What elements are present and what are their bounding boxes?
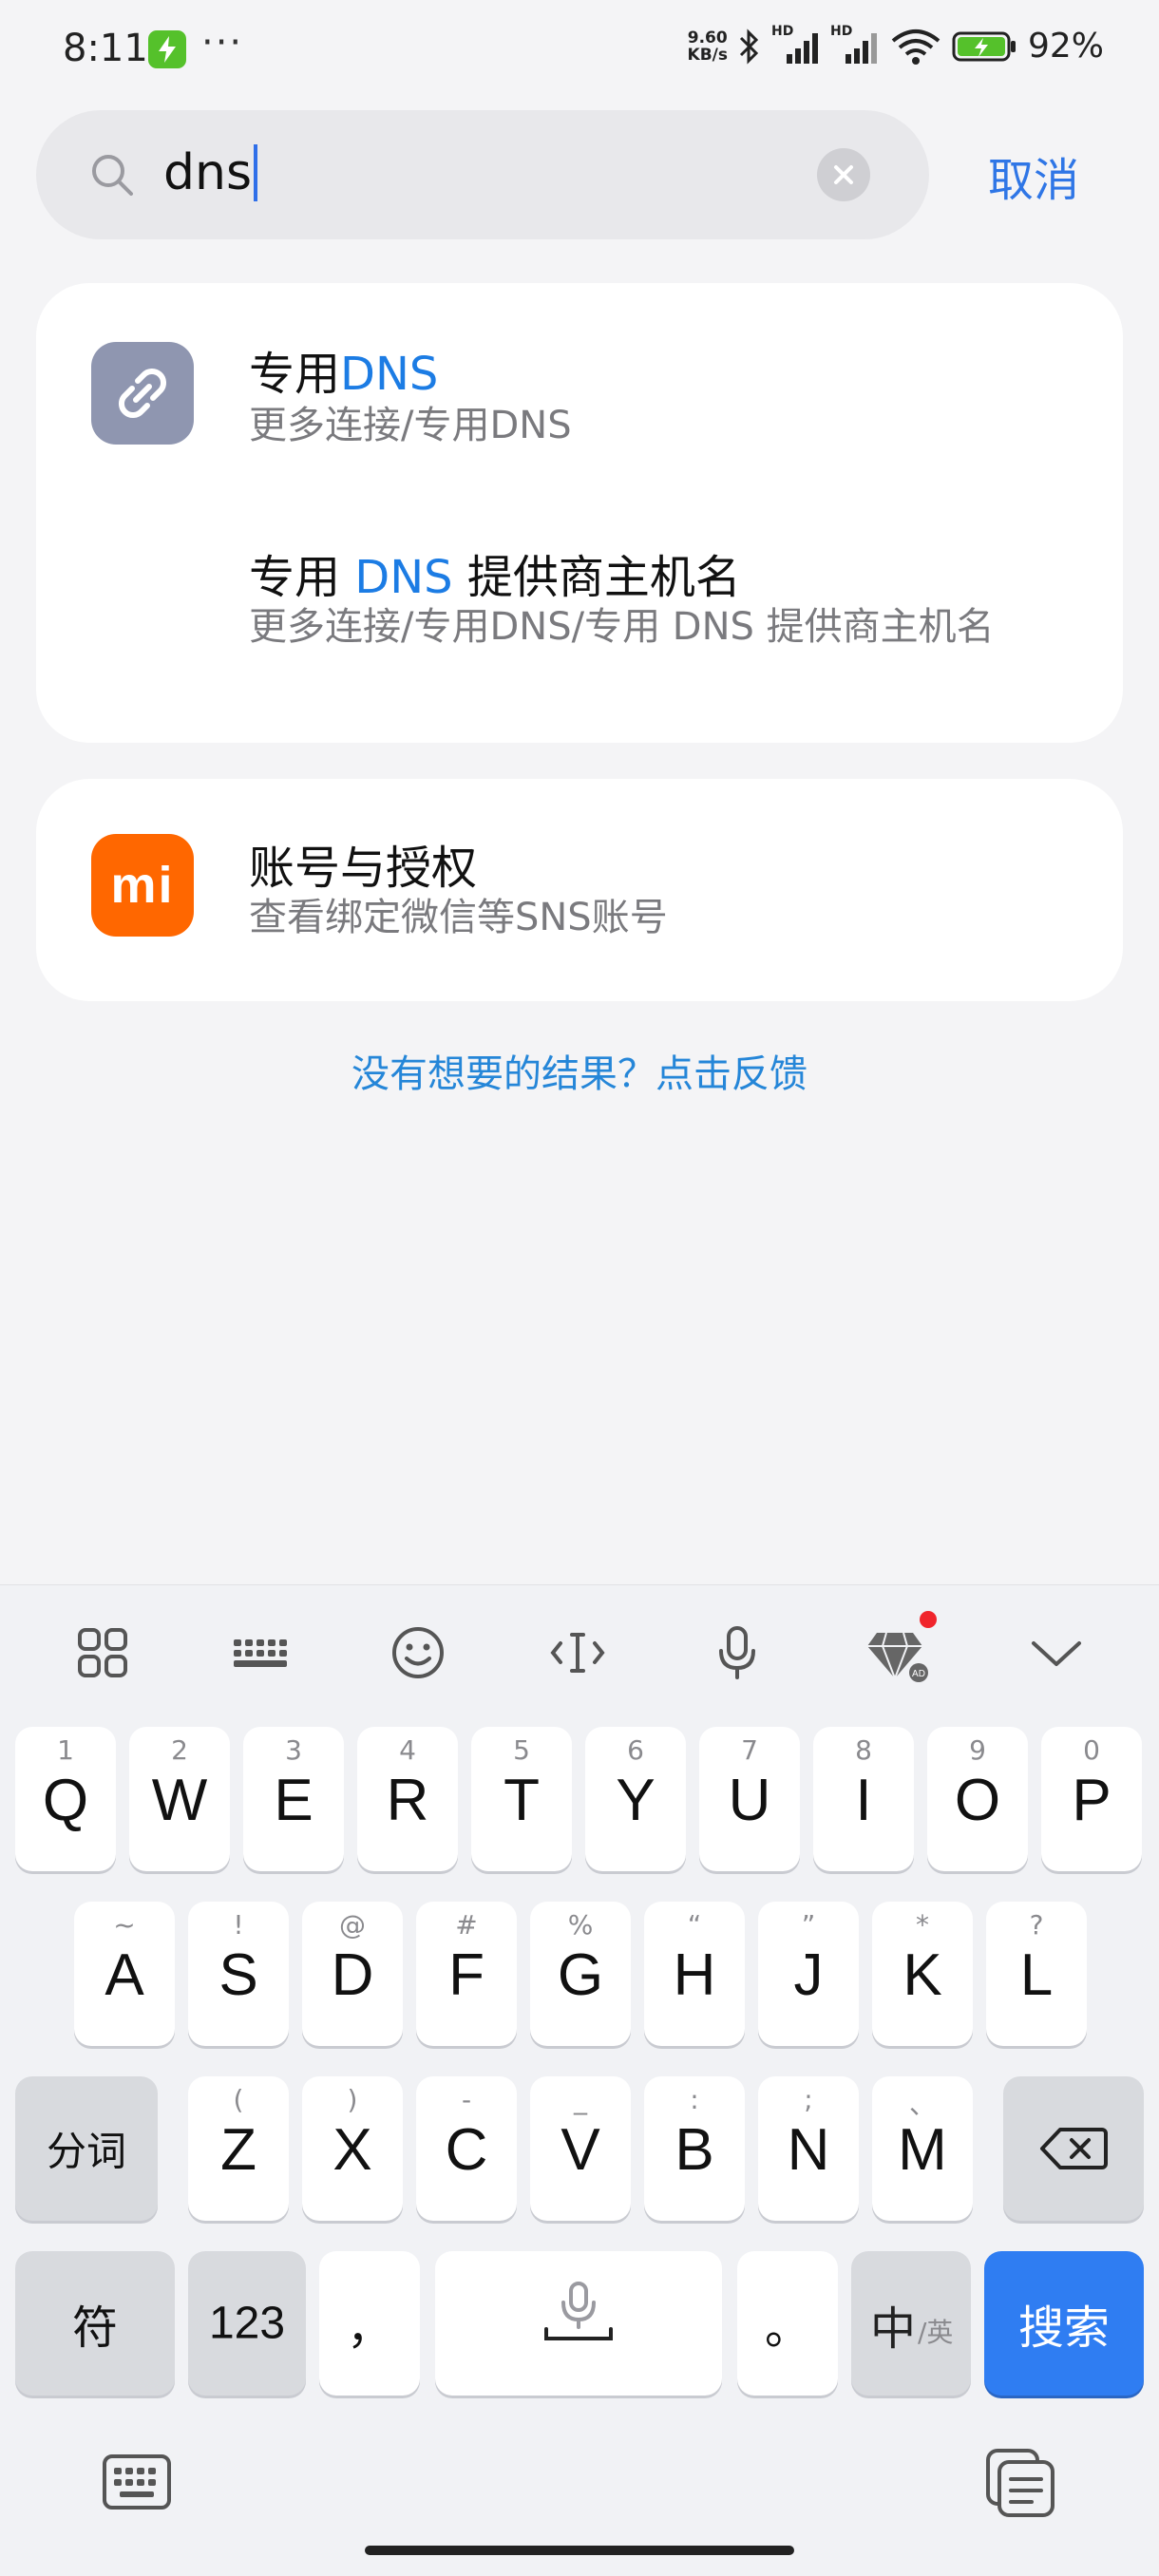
- search-input[interactable]: dns: [163, 144, 258, 201]
- key-a[interactable]: ~ A: [74, 1902, 175, 2046]
- lang-sub-label: /英: [918, 2317, 954, 2348]
- key-w[interactable]: 2W: [129, 1727, 230, 1871]
- key-h[interactable]: “H: [644, 1902, 745, 2046]
- results-group-account: mi 账号与授权 查看绑定微信等SNS账号: [36, 779, 1123, 1001]
- status-bar: 8:11 ··· 9.60 KB/s HD HD 92%: [0, 0, 1159, 100]
- key-c[interactable]: -C: [416, 2076, 517, 2221]
- search-bar[interactable]: dns: [36, 110, 929, 239]
- search-query: dns: [163, 144, 253, 201]
- key-j[interactable]: ” J: [758, 1902, 859, 2046]
- mi-logo-icon: mi: [91, 834, 194, 937]
- language-switch-key[interactable]: 中/英: [851, 2251, 971, 2396]
- key-y[interactable]: 6Y: [585, 1727, 686, 1871]
- battery-percent: 92%: [1027, 27, 1104, 66]
- key-r[interactable]: 4R: [357, 1727, 458, 1871]
- clear-search-button[interactable]: [817, 148, 870, 201]
- collapse-keyboard-icon[interactable]: [1018, 1615, 1094, 1691]
- result-item-dns-hostname[interactable]: 专用 DNS 提供商主机名 更多连接/专用DNS/专用 DNS 提供商主机名: [36, 473, 1123, 743]
- key-m[interactable]: 、 M: [872, 2076, 973, 2221]
- result-subtitle: 更多连接/专用DNS: [249, 404, 572, 447]
- segment-key[interactable]: 分词: [15, 2076, 158, 2221]
- search-key[interactable]: 搜索: [984, 2251, 1144, 2396]
- key-p[interactable]: 0P: [1041, 1727, 1142, 1871]
- emoji-icon[interactable]: [380, 1615, 456, 1691]
- key-l[interactable]: ? L: [986, 1902, 1087, 2046]
- keyboard-switch-icon[interactable]: [101, 2447, 173, 2519]
- status-icons: 9.60 KB/s HD HD 92%: [687, 24, 1104, 66]
- keyboard-layout-icon[interactable]: [222, 1615, 298, 1691]
- result-item-private-dns[interactable]: 专用DNS 更多连接/专用DNS: [36, 283, 1123, 473]
- network-speed: 9.60 KB/s: [687, 28, 728, 65]
- backspace-icon: [1040, 2128, 1108, 2169]
- comma-key[interactable]: ，: [319, 2251, 420, 2396]
- key-k[interactable]: * K: [872, 1902, 973, 2046]
- key-e[interactable]: 3E: [243, 1727, 344, 1871]
- close-icon: [834, 165, 853, 184]
- link-icon: [91, 342, 194, 445]
- key-f[interactable]: # F: [416, 1902, 517, 2046]
- key-d[interactable]: @ D: [302, 1902, 403, 2046]
- key-g[interactable]: % G: [530, 1902, 631, 2046]
- clock: 8:11: [63, 27, 148, 70]
- cell-signal-2-icon: HD: [830, 24, 880, 66]
- key-x[interactable]: ) X: [302, 2076, 403, 2221]
- svg-text:AD: AD: [912, 1669, 925, 1679]
- result-item-account-auth[interactable]: mi 账号与授权 查看绑定微信等SNS账号: [36, 779, 1123, 1001]
- lang-main-label: 中: [870, 2302, 917, 2356]
- clipboard-icon[interactable]: [984, 2447, 1056, 2519]
- period-key[interactable]: 。: [737, 2251, 838, 2396]
- key-v[interactable]: _ V: [530, 2076, 631, 2221]
- result-title: 账号与授权: [249, 842, 478, 895]
- fast-charge-icon: [148, 30, 186, 68]
- result-subtitle: 查看绑定微信等SNS账号: [249, 896, 668, 939]
- numbers-key[interactable]: 123: [188, 2251, 306, 2396]
- result-title: 专用DNS: [249, 348, 439, 401]
- key-n[interactable]: ; N: [758, 2076, 859, 2221]
- home-indicator[interactable]: [365, 2546, 794, 2555]
- key-b[interactable]: :B: [644, 2076, 745, 2221]
- notification-dot: [920, 1611, 937, 1628]
- diamond-skin-icon[interactable]: AD: [857, 1611, 937, 1691]
- key-o[interactable]: 9O: [927, 1727, 1028, 1871]
- result-title: 专用 DNS 提供商主机名: [249, 551, 741, 604]
- voice-space-icon: [544, 2282, 613, 2340]
- apps-grid-icon[interactable]: [65, 1615, 141, 1691]
- wifi-icon: [891, 28, 940, 65]
- space-key[interactable]: [435, 2251, 722, 2396]
- key-i[interactable]: 8I: [813, 1727, 914, 1871]
- microphone-icon[interactable]: [699, 1615, 775, 1691]
- result-subtitle: 更多连接/专用DNS/专用 DNS 提供商主机名: [249, 605, 995, 649]
- bluetooth-icon: [739, 28, 759, 65]
- backspace-key[interactable]: [1003, 2076, 1144, 2221]
- symbols-key[interactable]: 符: [15, 2251, 175, 2396]
- text-cursor-icon[interactable]: [540, 1615, 616, 1691]
- results-group-connections: 专用DNS 更多连接/专用DNS 专用 DNS 提供商主机名 更多连接/专用DN…: [36, 283, 1123, 743]
- cell-signal-1-icon: HD: [771, 24, 821, 66]
- key-s[interactable]: ! S: [188, 1902, 289, 2046]
- search-icon: [92, 155, 133, 196]
- battery-charging-icon: [952, 31, 1016, 61]
- feedback-link[interactable]: 没有想要的结果？点击反馈: [0, 1043, 1159, 1098]
- more-notifications-icon: ···: [201, 21, 244, 65]
- key-q[interactable]: 1Q: [15, 1727, 116, 1871]
- text-caret: [254, 144, 258, 201]
- key-t[interactable]: 5T: [471, 1727, 572, 1871]
- key-u[interactable]: 7U: [699, 1727, 800, 1871]
- cancel-button[interactable]: 取消: [988, 142, 1079, 209]
- key-z[interactable]: (Z: [188, 2076, 289, 2221]
